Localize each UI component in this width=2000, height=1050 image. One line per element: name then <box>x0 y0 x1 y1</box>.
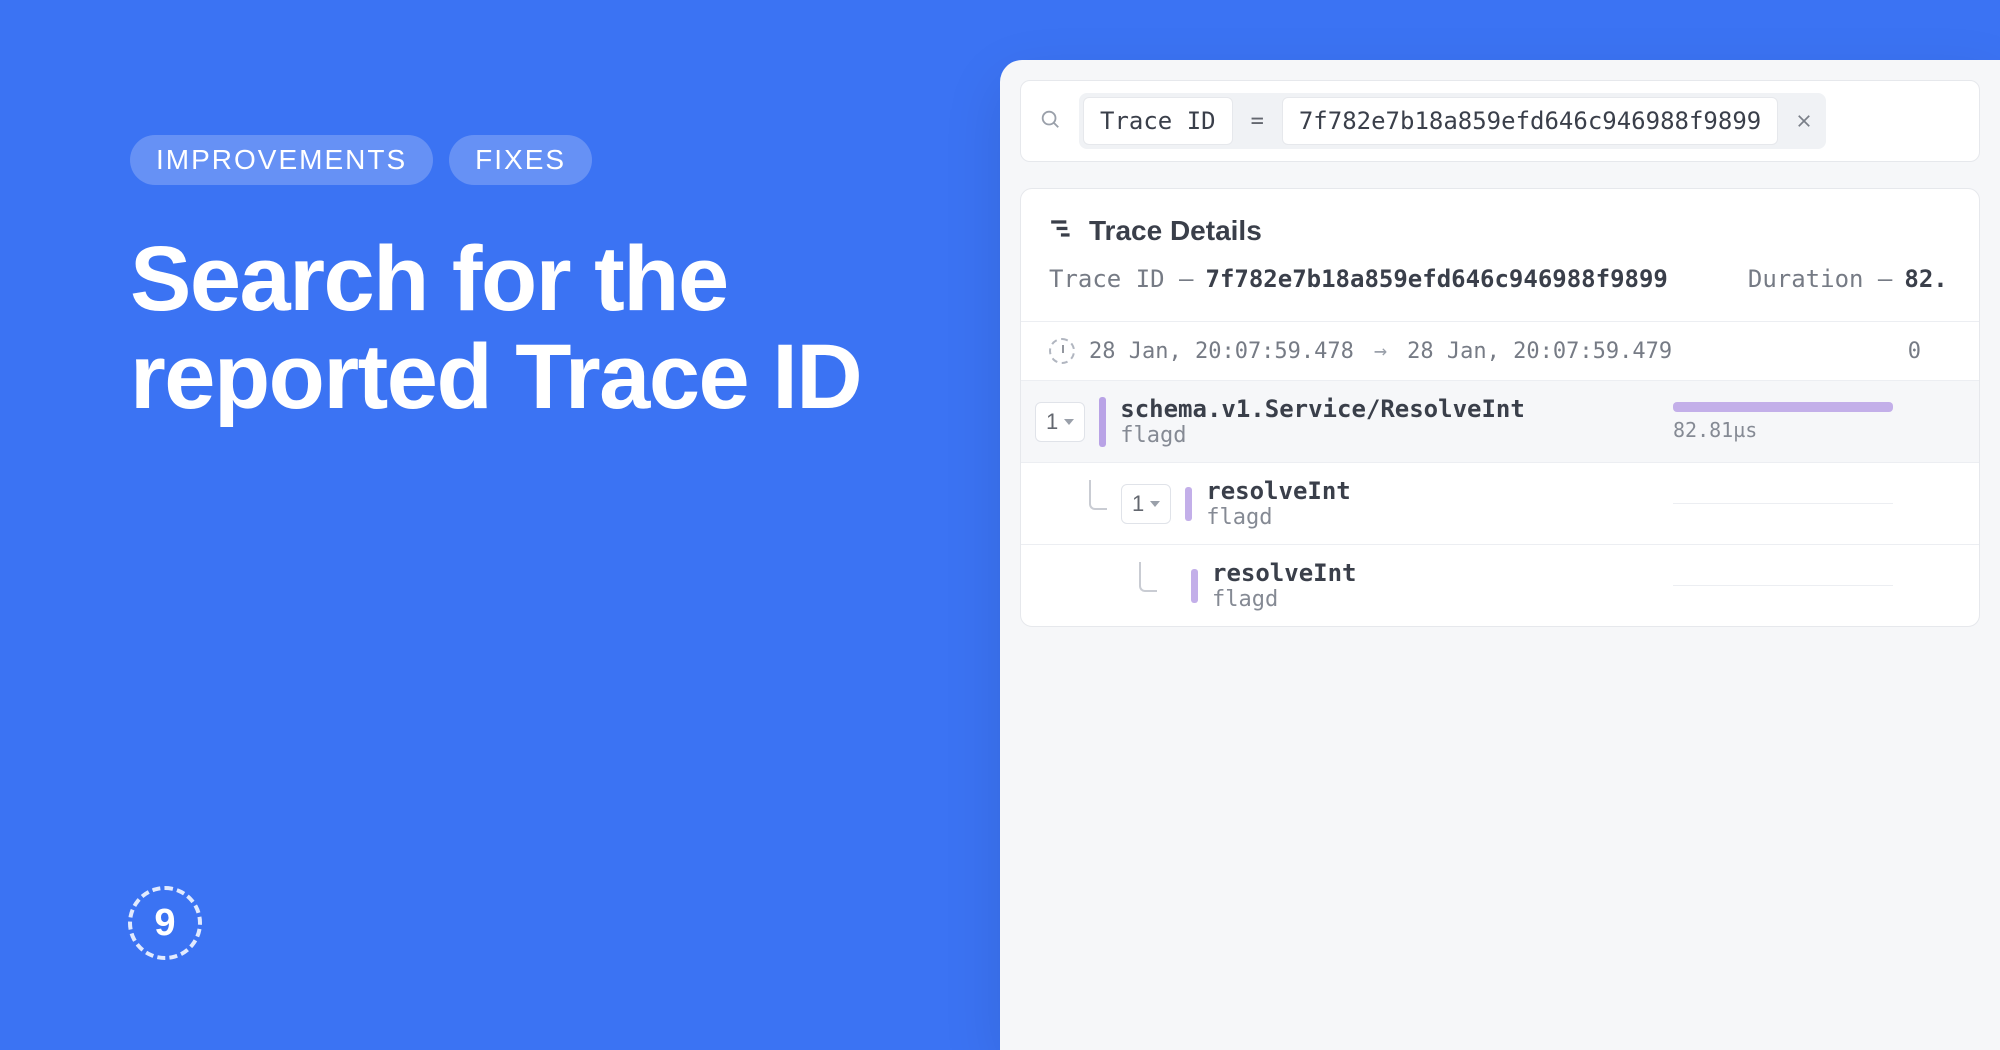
span-row[interactable]: resolveInt flagd <box>1021 544 1979 626</box>
span-name: schema.v1.Service/ResolveInt <box>1120 395 1525 423</box>
trace-details-card: Trace Details Trace ID — 7f782e7b18a859e… <box>1020 188 1980 627</box>
tag-fixes: FIXES <box>449 135 592 185</box>
trace-id-value: 7f782e7b18a859efd646c946988f9899 <box>1206 265 1668 293</box>
timeline-header: 28 Jan, 20:07:59.478 → 28 Jan, 20:07:59.… <box>1021 321 1979 380</box>
page-title: Search for the reported Trace ID <box>130 230 950 427</box>
span-color-bar <box>1191 569 1198 603</box>
span-count-dropdown[interactable]: 1 <box>1121 484 1171 524</box>
chevron-down-icon <box>1064 419 1074 425</box>
badge-nine: 9 <box>128 886 202 960</box>
arrow-right-icon: → <box>1374 339 1387 364</box>
search-filter-chip[interactable]: Trace ID = 7f782e7b18a859efd646c946988f9… <box>1079 93 1826 149</box>
span-service: flagd <box>1212 587 1357 612</box>
span-name: resolveInt <box>1212 559 1357 587</box>
span-color-bar <box>1099 397 1106 447</box>
search-op: = <box>1241 101 1274 142</box>
timeline-zero: 0 <box>1908 339 1921 364</box>
tree-connector <box>1139 562 1157 592</box>
span-count-dropdown[interactable]: 1 <box>1035 402 1085 442</box>
app-window: Trace ID = 7f782e7b18a859efd646c946988f9… <box>1000 60 2000 1050</box>
span-row[interactable]: 1 resolveInt flagd <box>1021 462 1979 544</box>
span-duration-label: 82.81µs <box>1673 418 1979 442</box>
timeline-start: 28 Jan, 20:07:59.478 <box>1089 339 1354 364</box>
span-name: resolveInt <box>1206 477 1351 505</box>
span-row[interactable]: 1 schema.v1.Service/ResolveInt flagd 82.… <box>1021 380 1979 462</box>
details-title: Trace Details <box>1089 215 1262 247</box>
span-service: flagd <box>1206 505 1351 530</box>
duration-meta: Duration — 82. <box>1748 265 1948 293</box>
span-service: flagd <box>1120 423 1525 448</box>
clear-filter-button[interactable] <box>1786 103 1822 139</box>
span-duration-bar <box>1673 503 1893 504</box>
span-duration-bar <box>1673 402 1893 412</box>
clock-icon <box>1049 338 1075 364</box>
span-duration-bar <box>1673 585 1893 586</box>
trace-id-meta: Trace ID — 7f782e7b18a859efd646c946988f9… <box>1049 265 1688 293</box>
search-value-chip[interactable]: 7f782e7b18a859efd646c946988f9899 <box>1282 97 1778 145</box>
chevron-down-icon <box>1150 501 1160 507</box>
waterfall-icon <box>1049 216 1075 247</box>
search-bar[interactable]: Trace ID = 7f782e7b18a859efd646c946988f9… <box>1020 80 1980 162</box>
span-color-bar <box>1185 487 1192 521</box>
tag-improvements: IMPROVEMENTS <box>130 135 433 185</box>
search-field-chip[interactable]: Trace ID <box>1083 97 1233 145</box>
search-icon <box>1039 108 1061 135</box>
timeline-end: 28 Jan, 20:07:59.479 <box>1407 339 1672 364</box>
tree-connector <box>1089 480 1107 510</box>
